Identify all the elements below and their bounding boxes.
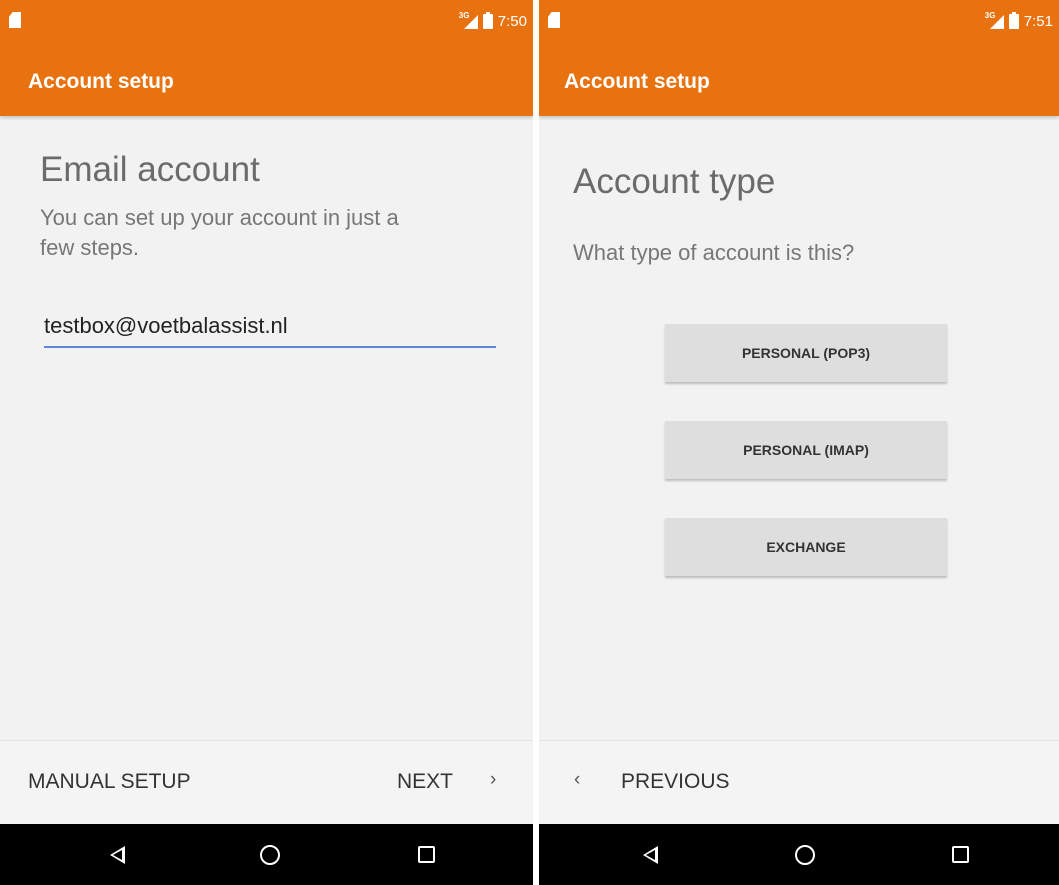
screen-account-type: 3G 7:51 Account setup Account type What … xyxy=(539,0,1059,885)
next-button[interactable]: NEXT xyxy=(397,770,453,794)
back-icon[interactable] xyxy=(110,846,125,864)
home-icon[interactable] xyxy=(260,845,280,865)
home-icon[interactable] xyxy=(795,845,815,865)
app-bar-title: Account setup xyxy=(564,70,710,93)
nav-bar xyxy=(0,824,533,885)
manual-setup-button[interactable]: MANUAL SETUP xyxy=(28,770,191,794)
question-text: What type of account is this? xyxy=(573,240,855,265)
app-bar-title: Account setup xyxy=(28,70,174,93)
bottom-action-bar: MANUAL SETUP NEXT › xyxy=(0,740,533,825)
nav-bar xyxy=(539,824,1059,885)
status-bar: 3G 7:51 xyxy=(539,0,1059,46)
page-title: Account type xyxy=(573,162,776,201)
chevron-left-icon[interactable]: ‹ xyxy=(574,769,580,791)
exchange-button[interactable]: EXCHANGE xyxy=(665,518,947,576)
battery-icon xyxy=(1008,12,1019,29)
imap-button[interactable]: PERSONAL (IMAP) xyxy=(665,421,947,479)
signal-icon: 3G xyxy=(985,11,1004,29)
signal-icon: 3G xyxy=(459,11,478,29)
status-time: 7:51 xyxy=(1023,13,1053,30)
subtitle-line-1: You can set up your account in just a xyxy=(40,205,399,230)
app-bar: Account setup xyxy=(539,46,1059,116)
subtitle-line-2: few steps. xyxy=(40,235,140,260)
sim-card-icon xyxy=(548,12,560,28)
battery-icon xyxy=(482,12,493,29)
back-icon[interactable] xyxy=(643,846,658,864)
previous-button[interactable]: PREVIOUS xyxy=(621,770,730,794)
app-bar: Account setup xyxy=(0,46,533,116)
recents-icon[interactable] xyxy=(418,846,435,863)
screen-email-account: 3G 7:50 Account setup Email account You … xyxy=(0,0,533,885)
pop3-button[interactable]: PERSONAL (POP3) xyxy=(665,324,947,382)
status-bar: 3G 7:50 xyxy=(0,0,533,46)
page-title: Email account xyxy=(40,150,260,189)
email-field[interactable] xyxy=(44,306,496,348)
status-time: 7:50 xyxy=(497,13,527,30)
bottom-action-bar: ‹ PREVIOUS xyxy=(539,740,1059,825)
recents-icon[interactable] xyxy=(952,846,969,863)
chevron-right-icon[interactable]: › xyxy=(490,769,496,791)
sim-card-icon xyxy=(9,12,21,28)
